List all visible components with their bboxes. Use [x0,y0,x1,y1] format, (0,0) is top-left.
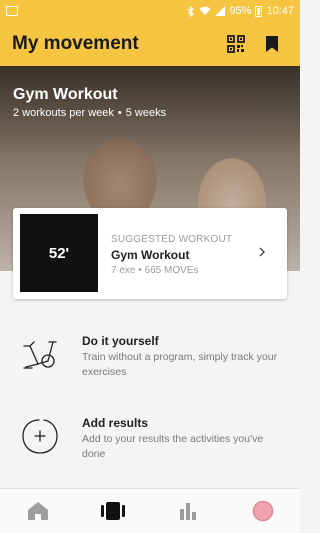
separator: • [117,107,122,119]
option-description: Add to your results the activities you'v… [82,433,264,460]
workout-thumbnail: 52' [20,214,98,292]
chevron-right-icon [259,247,265,257]
nav-home[interactable] [18,494,58,528]
qr-code-button[interactable] [220,28,252,60]
home-icon [27,502,48,520]
option-title: Add results [82,416,149,430]
bottom-navigation [0,488,300,533]
nav-stats[interactable] [168,494,208,528]
separator: • [138,265,142,276]
status-time: 10:47 [266,5,294,17]
exercise-count: 7 exe [111,265,136,276]
workouts-icon [100,502,125,520]
wifi-icon [199,6,211,15]
signal-icon [215,6,226,16]
profile-icon [252,500,273,522]
bluetooth-icon [188,5,195,17]
program-duration: 5 weeks [125,107,167,119]
nav-workouts[interactable] [93,494,133,528]
workout-title: Gym Workout [111,248,190,262]
status-bar: 95% 10:47 [0,0,300,22]
program-frequency: 2 workouts per week [13,107,114,119]
exercise-bike-icon [23,341,57,369]
qr-code-icon [227,35,245,53]
battery-icon [255,5,263,17]
nav-profile[interactable] [243,494,283,528]
stats-icon [179,503,196,520]
app-bar: My movement [0,22,300,66]
workout-meta: 7 exe • 665 MOVEs [111,265,198,276]
bookmark-icon [266,36,278,52]
add-circle-icon [22,419,58,454]
add-results-option[interactable]: Add results Add to your results the acti… [0,410,300,472]
battery-percent: 95% [229,5,252,17]
program-title: Gym Workout [13,86,118,103]
suggested-workout-card[interactable]: 52' SUGGESTED WORKOUT Gym Workout 7 exe … [13,208,287,299]
program-schedule: 2 workouts per week • 5 weeks [13,107,166,119]
option-title: Do it yourself [82,334,159,348]
moves-count: 665 MOVEs [144,265,199,276]
bookmark-button[interactable] [256,28,288,60]
option-description: Train without a program, simply track yo… [82,351,278,378]
suggested-label: SUGGESTED WORKOUT [111,234,233,245]
image-notification-icon [6,6,18,16]
workout-duration: 52' [48,245,70,262]
do-it-yourself-option[interactable]: Do it yourself Train without a program, … [0,328,300,390]
page-title: My movement [12,33,139,54]
